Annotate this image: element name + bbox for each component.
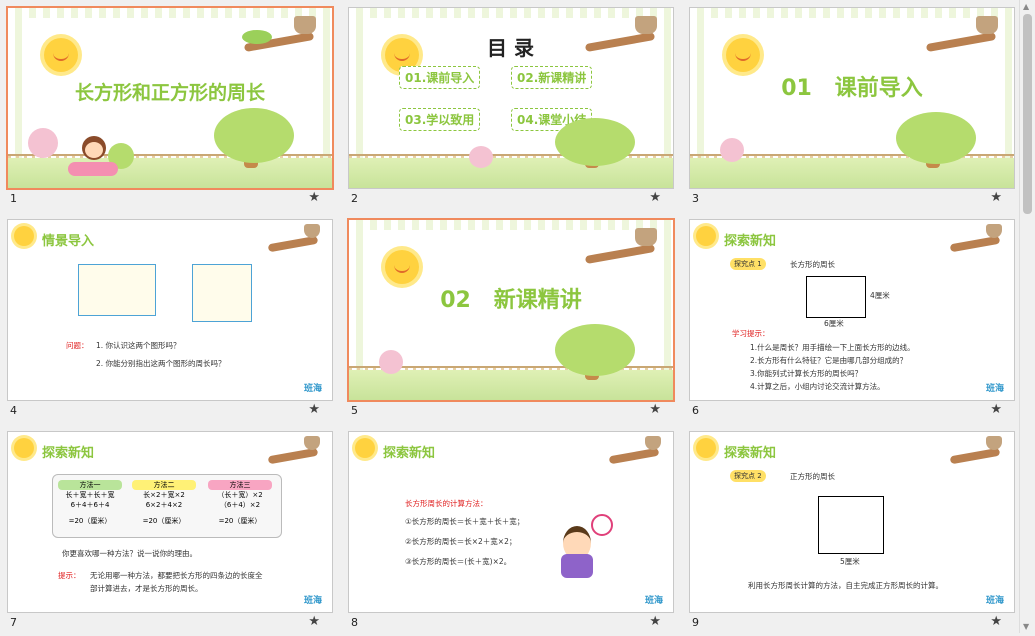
- slide-number: 3: [692, 192, 699, 205]
- explore-point-text: 长方形的周长: [790, 260, 835, 269]
- logo: 班海: [985, 596, 1004, 606]
- vertical-scrollbar[interactable]: ▲ ▼: [1019, 0, 1035, 633]
- slide-header: 探索新知: [383, 446, 436, 461]
- boy-illustration: [555, 514, 613, 588]
- slide-header: 情景导入: [42, 234, 95, 249]
- slide-header: 探索新知: [724, 446, 777, 461]
- width-label: 6厘米: [824, 319, 844, 328]
- star-icon[interactable]: ★: [990, 614, 1002, 629]
- toc-title: 目 录: [487, 36, 534, 60]
- question-2: 2. 你能分别指出这两个图形的周长吗？: [96, 359, 226, 368]
- method-3: 方法三 （长＋宽）×2 （6＋4）×2 =20（厘米）: [208, 480, 272, 526]
- slide-number: 4: [10, 404, 17, 417]
- slide-title: 长方形和正方形的周长: [74, 82, 265, 104]
- explore-point-text: 正方形的周长: [790, 472, 835, 481]
- height-label: 4厘米: [870, 291, 890, 300]
- toc-item-3: 03.学以致用: [399, 108, 481, 131]
- question-label: 问题：: [66, 341, 89, 350]
- hint-4: 4.计算之后，小组内讨论交流计算方法。: [750, 382, 885, 391]
- sun-icon: [355, 438, 375, 458]
- sun-icon: [385, 250, 419, 284]
- slide-number: 6: [692, 404, 699, 417]
- sun-icon: [696, 438, 716, 458]
- calc-1: ①长方形的周长＝长＋宽＋长＋宽；: [405, 517, 525, 526]
- side-label: 5厘米: [840, 557, 860, 566]
- star-icon[interactable]: ★: [649, 402, 661, 417]
- question-1: 1. 你认识这两个图形吗？: [96, 341, 181, 350]
- girl-illustration: [68, 136, 118, 184]
- star-icon[interactable]: ★: [990, 402, 1002, 417]
- star-icon[interactable]: ★: [649, 190, 661, 205]
- sun-icon: [14, 438, 34, 458]
- slide-thumbnail-9[interactable]: 探索新知 探究点 2 正方形的周长 5厘米 利用长方形周长计算的方法，自主完成正…: [682, 424, 1015, 636]
- tip-label: 提示：: [58, 571, 81, 580]
- explore-point-tag: 探究点 2: [730, 470, 766, 482]
- scroll-down-icon[interactable]: ▼: [1023, 622, 1029, 631]
- slide-number: 8: [351, 616, 358, 629]
- method-1: 方法一 长＋宽＋长＋宽 6＋4＋6＋4 =20（厘米）: [58, 480, 122, 526]
- sun-icon: [44, 38, 78, 72]
- explore-point-tag: 探究点 1: [730, 258, 766, 270]
- logo: 班海: [303, 384, 322, 394]
- slide-header: 探索新知: [42, 446, 95, 461]
- tip-line-1: 无论用哪一种方法，都要把长方形的四条边的长度全: [90, 571, 263, 580]
- slide-number: 1: [10, 192, 17, 205]
- square-shape: [192, 264, 252, 322]
- sun-icon: [696, 226, 716, 246]
- star-icon[interactable]: ★: [308, 614, 320, 629]
- footer-text: 利用长方形周长计算的方法，自主完成正方形周长的计算。: [748, 581, 943, 590]
- logo: 班海: [985, 384, 1004, 394]
- slide-thumbnail-2[interactable]: 目 录 01.课前导入 02.新课精讲 03.学以致用 04.课堂小结 2 ★: [341, 0, 674, 212]
- star-icon[interactable]: ★: [308, 190, 320, 205]
- slide-title: 02 新课精讲: [440, 288, 582, 313]
- calc-3: ③长方形的周长＝(长＋宽)×2。: [405, 557, 512, 566]
- slide-number: 2: [351, 192, 358, 205]
- star-icon[interactable]: ★: [308, 402, 320, 417]
- slide-thumbnail-7[interactable]: 探索新知 方法一 长＋宽＋长＋宽 6＋4＋6＋4 =20（厘米） 方法二 长×2…: [0, 424, 333, 636]
- logo: 班海: [303, 596, 322, 606]
- slide-thumbnail-5[interactable]: 02 新课精讲 5 ★: [341, 212, 675, 424]
- toc-item-2: 02.新课精讲: [511, 66, 593, 89]
- rectangle-shape: [806, 276, 866, 318]
- slide-thumbnail-4[interactable]: 情景导入 问题： 1. 你认识这两个图形吗？ 2. 你能分别指出这两个图形的周长…: [0, 212, 333, 424]
- square-shape: [818, 496, 884, 554]
- slide-number: 9: [692, 616, 699, 629]
- logo: 班海: [644, 596, 663, 606]
- hint-label: 学习提示：: [732, 329, 770, 338]
- method-2: 方法二 长×2＋宽×2 6×2＋4×2 =20（厘米）: [132, 480, 196, 526]
- star-icon[interactable]: ★: [990, 190, 1002, 205]
- tip-line-2: 部计算进去，才是长方形的周长。: [90, 584, 203, 593]
- toc-item-1: 01.课前导入: [399, 66, 481, 89]
- slide-sorter-grid: 长方形和正方形的周长 1 ★ 目 录 01.课前导入 02.新课精讲 03.学以…: [0, 0, 1020, 633]
- hint-1: 1.什么是周长？用手描绘一下上面长方形的边线。: [750, 343, 915, 352]
- hint-3: 3.你能列式计算长方形的周长吗？: [750, 369, 863, 378]
- sun-icon: [726, 38, 760, 72]
- slide-thumbnail-3[interactable]: 01 课前导入 3 ★: [682, 0, 1015, 212]
- star-icon[interactable]: ★: [649, 614, 661, 629]
- slide-header: 探索新知: [724, 234, 777, 249]
- scroll-up-icon[interactable]: ▲: [1023, 2, 1029, 11]
- scroll-thumb[interactable]: [1023, 14, 1032, 214]
- hint-2: 2.长方形有什么特征？它是由哪几部分组成的？: [750, 356, 908, 365]
- sun-icon: [14, 226, 34, 246]
- slide-number: 5: [351, 404, 358, 417]
- slide-thumbnail-6[interactable]: 探索新知 探究点 1 长方形的周长 4厘米 6厘米 学习提示： 1.什么是周长？…: [682, 212, 1015, 424]
- calc-2: ②长方形的周长＝长×2＋宽×2；: [405, 537, 517, 546]
- slide-number: 7: [10, 616, 17, 629]
- question: 你更喜欢哪一种方法？说一说你的理由。: [62, 549, 197, 558]
- slide-title: 01 课前导入: [781, 76, 923, 101]
- slide-thumbnail-8[interactable]: 探索新知 长方形周长的计算方法： ①长方形的周长＝长＋宽＋长＋宽； ②长方形的周…: [341, 424, 674, 636]
- slide-thumbnail-1[interactable]: 长方形和正方形的周长 1 ★: [0, 0, 334, 212]
- rectangle-shape: [78, 264, 156, 316]
- calc-title: 长方形周长的计算方法：: [405, 499, 488, 508]
